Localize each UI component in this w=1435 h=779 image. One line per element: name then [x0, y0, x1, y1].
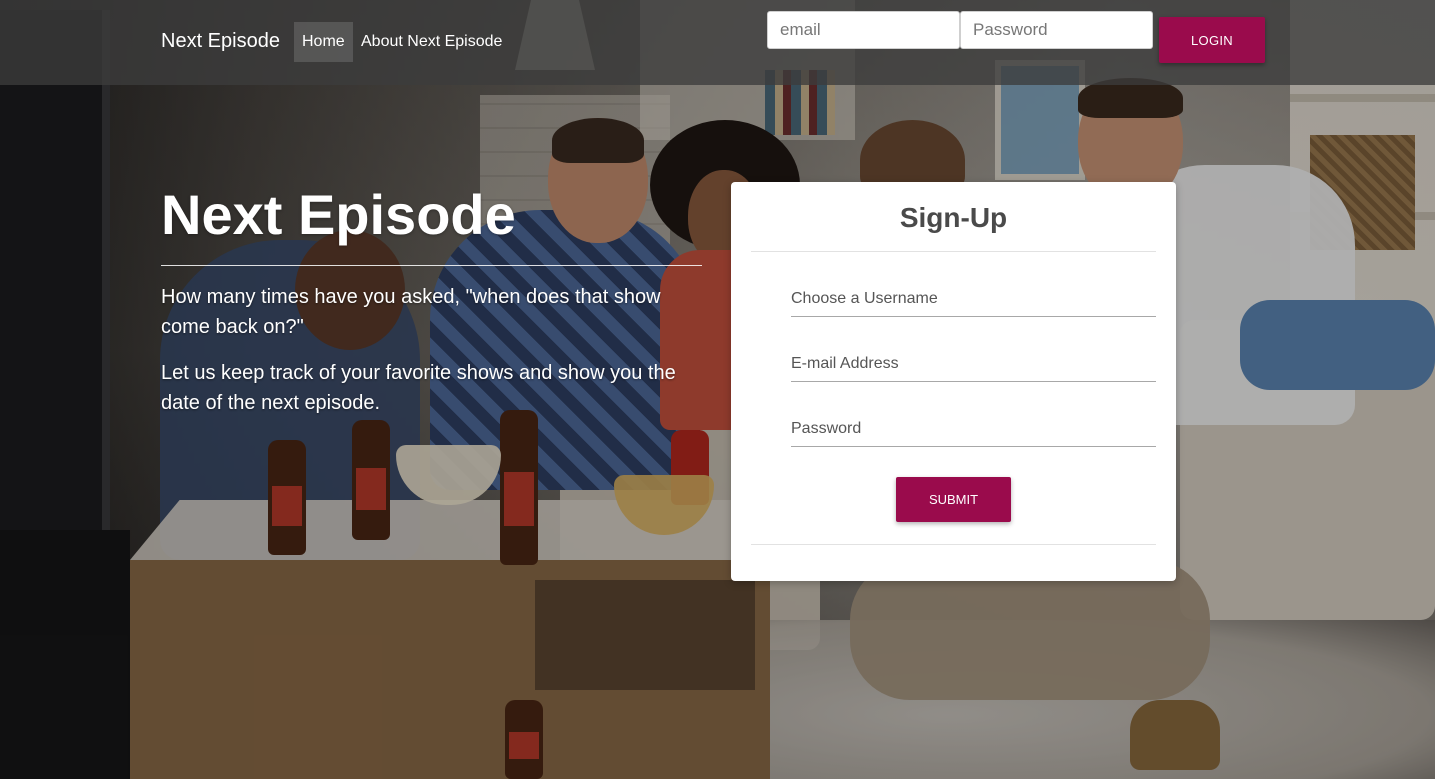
hero-paragraph: How many times have you asked, "when doe…	[161, 286, 661, 338]
signup-title: Sign-Up	[899, 202, 1008, 233]
password-field[interactable]	[791, 411, 1156, 447]
login-button[interactable]: LOGIN	[1159, 17, 1265, 63]
signup-divider	[751, 544, 1156, 545]
email-field[interactable]	[791, 346, 1156, 382]
navbar: Next Episode Home About Next Episode LOG…	[0, 0, 1435, 85]
signup-card: Sign-Up SUBMIT	[731, 182, 1176, 581]
nav-link-home[interactable]: Home	[294, 22, 353, 62]
submit-button[interactable]: SUBMIT	[896, 477, 1011, 522]
hero-paragraph: Let us keep track of your favorite shows…	[161, 362, 676, 414]
username-field[interactable]	[791, 281, 1156, 317]
signup-divider	[751, 251, 1156, 252]
login-email-input[interactable]	[767, 11, 960, 49]
login-password-input[interactable]	[960, 11, 1153, 49]
nav-link-about[interactable]: About Next Episode	[353, 22, 510, 62]
brand-logo[interactable]: Next Episode	[161, 30, 280, 53]
hero-title: Next Episode	[161, 183, 516, 246]
hero-divider	[161, 265, 702, 266]
